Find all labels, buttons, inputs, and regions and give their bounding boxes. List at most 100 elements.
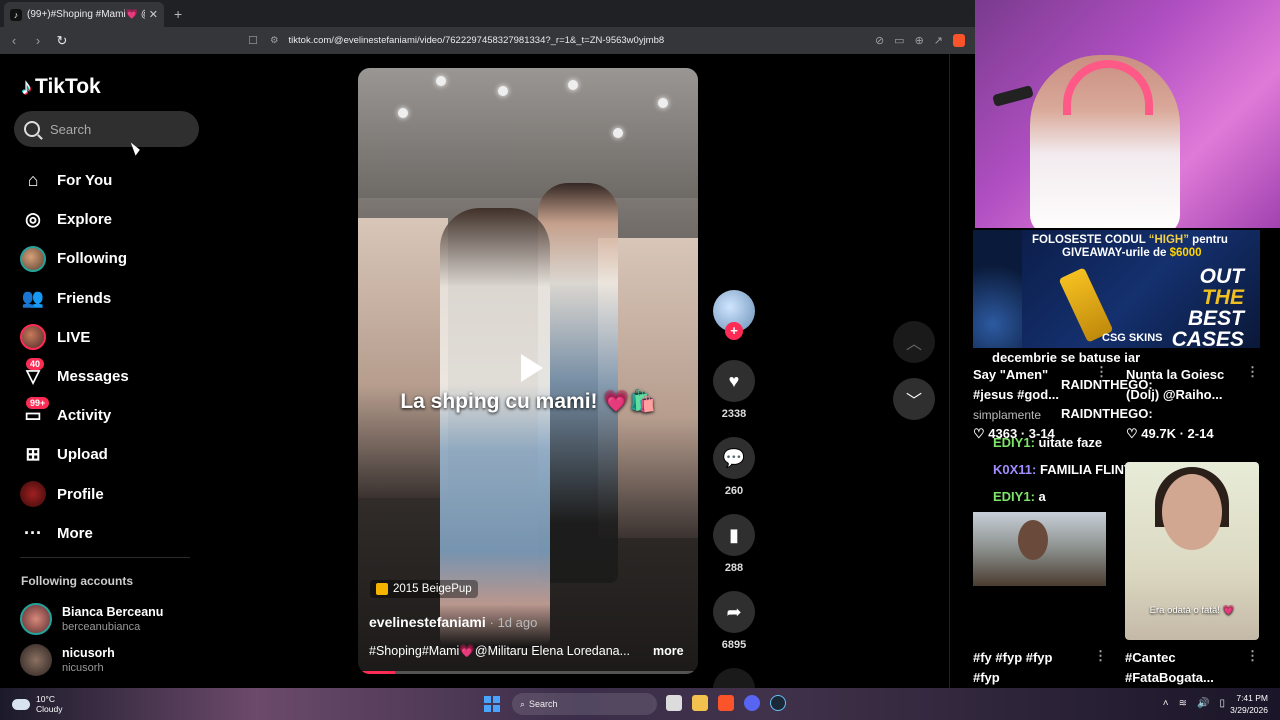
creator-avatar[interactable]: + [713, 290, 755, 340]
music-tag[interactable]: 2015 BeigePup [370, 580, 478, 598]
thumbnail-caption: Era odată o fată! 💗 [1149, 605, 1235, 616]
play-icon[interactable] [508, 346, 552, 390]
taskbar-apps [666, 695, 786, 711]
windows-start-icon[interactable] [484, 696, 500, 712]
taskbar-clock[interactable]: 7:41 PM 3/29/2026 [1230, 692, 1268, 716]
cloud-icon [12, 698, 30, 710]
video-frame-light [658, 98, 668, 108]
sidebar-item-profile[interactable]: Profile [20, 475, 129, 514]
video-player[interactable]: La shping cu mami! 💗🛍️ 2015 BeigePup eve… [358, 68, 698, 674]
volume-icon[interactable]: 🔊 [1197, 698, 1209, 709]
battery-icon[interactable]: ▯ [1219, 698, 1225, 709]
zoom-icon[interactable]: ⊕ [915, 34, 924, 47]
forward-icon[interactable]: › [28, 33, 48, 48]
space-background [973, 230, 1023, 348]
promo-line-1: FOLOSESTE CODUL “HIGH” pentru [1032, 234, 1228, 246]
video-description: #Shoping#Mami💗@Militaru Elena Loredana..… [369, 644, 689, 659]
reload-icon[interactable]: ↻ [52, 33, 72, 49]
discord-icon[interactable] [744, 695, 760, 711]
account-name: nicusorh [62, 646, 115, 660]
grid-video-title[interactable]: Say "Amen" [973, 367, 1048, 382]
grid-video-title[interactable]: #FataBogata... [1125, 670, 1214, 685]
sidebar-item-following[interactable]: Following [20, 239, 129, 278]
share-icon[interactable]: ↗ [934, 34, 943, 47]
grid-video-title[interactable]: #Cantec [1125, 650, 1176, 665]
tab-title: (99+)#Shoping #Mami💗 @Mi [27, 9, 145, 20]
sidebar-item-upload[interactable]: ⊞ Upload [20, 435, 129, 474]
heart-icon[interactable]: ♥ [713, 360, 755, 402]
weather-widget[interactable]: 10°C Cloudy [12, 694, 62, 714]
video-overlay-caption: La shping cu mami! 💗🛍️ [400, 390, 656, 413]
follow-plus-icon[interactable]: + [725, 322, 743, 340]
search-input[interactable]: Search [14, 111, 199, 147]
video-frame-rack [358, 218, 448, 498]
grid-video-thumbnail[interactable]: Era odată o fată! 💗 [1125, 462, 1259, 640]
bookmark-icon[interactable]: ▮ [713, 514, 755, 556]
more-button[interactable]: more [653, 644, 684, 659]
grid-overlay-text: decembrie se batuse iar [992, 350, 1141, 365]
comment-icon[interactable]: 💬 [713, 437, 755, 479]
next-video-button[interactable]: ﹀ [893, 378, 935, 420]
avatar [20, 603, 52, 635]
sidebar-item-label: Following [57, 250, 127, 268]
close-tab-icon[interactable]: ✕ [149, 8, 158, 21]
chat-message: EDIY1: uitate faze [993, 435, 1103, 450]
kebab-menu-icon[interactable]: ⋮ [1094, 648, 1107, 664]
grid-video-title[interactable]: #fy #fyp #fyp [973, 650, 1052, 665]
sidebar-item-friends[interactable]: 👥 Friends [20, 279, 129, 318]
sidebar-item-messages[interactable]: ▽ 40 Messages [20, 357, 129, 396]
previous-video-button[interactable]: ︿ [893, 321, 935, 363]
sidebar-item-explore[interactable]: ◎ Explore [20, 200, 129, 239]
live-avatar-icon [20, 324, 46, 351]
save-action[interactable]: ▮ 288 [712, 514, 756, 574]
profile-avatar-icon [20, 481, 46, 508]
sidebar-item-for-you[interactable]: ⌂ For You [20, 161, 129, 200]
search-placeholder: Search [50, 121, 92, 137]
sidebar-item-label: For You [57, 172, 113, 190]
sidebar-item-activity[interactable]: ▭ 99+ Activity [20, 396, 129, 435]
like-action[interactable]: ♥ 2338 [712, 360, 756, 420]
grid-video-title[interactable]: #fyp [973, 670, 1000, 685]
sidebar-item-more[interactable]: ··· More [20, 514, 129, 553]
sidebar-item-live[interactable]: LIVE [20, 318, 129, 357]
video-progress-bar[interactable] [358, 671, 698, 674]
kebab-menu-icon[interactable]: ⋮ [1246, 648, 1259, 664]
sidebar-item-label: LIVE [57, 328, 91, 346]
back-icon[interactable]: ‹ [4, 33, 24, 48]
share-action[interactable]: ➦ 6895 [712, 591, 756, 651]
following-account[interactable]: nicusorh nicusorh [20, 644, 115, 676]
browser-tab[interactable]: ♪ (99+)#Shoping #Mami💗 @Mi ✕ [4, 2, 164, 27]
logo-text: TikTok [35, 75, 101, 98]
wifi-icon[interactable]: ≋ [1179, 698, 1187, 709]
site-info-icon[interactable]: ⚙ [270, 35, 279, 46]
new-tab-button[interactable]: + [174, 6, 182, 22]
home-icon: ⌂ [27, 170, 39, 191]
description-text: #Shoping#Mami💗@Militaru Elena Loredana..… [369, 644, 631, 658]
brave-browser-icon[interactable] [718, 695, 734, 711]
task-view-icon[interactable] [666, 695, 682, 711]
reader-icon[interactable]: ▭ [894, 34, 904, 47]
following-account[interactable]: Bianca Berceanu berceanubianca [20, 603, 163, 635]
grid-video-thumbnail[interactable] [973, 512, 1106, 586]
promo-brand: CSG SKINS [1102, 332, 1163, 344]
sidebar-item-label: Messages [57, 368, 129, 386]
steam-icon[interactable] [770, 695, 786, 711]
chevron-up-icon[interactable]: ˄ [1163, 698, 1169, 709]
tiktok-logo[interactable]: ♪ TikTok [21, 74, 101, 100]
friends-icon: 👥 [21, 287, 45, 308]
sidebar-menu: ⌂ For You ◎ Explore Following 👥 Friends [20, 161, 129, 553]
share-arrow-icon[interactable]: ➦ [713, 591, 755, 633]
address-bar[interactable]: ⚙ tiktok.com/@evelinestefaniami/video/76… [270, 31, 965, 50]
grid-video-user[interactable]: simplamente [973, 408, 1041, 422]
brave-shield-icon[interactable] [953, 34, 965, 47]
video-author[interactable]: evelinestefaniami · 1d ago [369, 614, 537, 630]
kebab-menu-icon[interactable]: ⋮ [1246, 364, 1259, 380]
file-explorer-icon[interactable] [692, 695, 708, 711]
taskbar-search[interactable]: ⌕ Search [512, 693, 657, 715]
bookmark-icon[interactable]: ☐ [248, 34, 258, 47]
following-avatar-icon [20, 245, 46, 272]
no-tracking-icon[interactable]: ⊘ [875, 34, 884, 47]
comment-action[interactable]: 💬 260 [712, 437, 756, 497]
grid-video-title[interactable]: #jesus #god... [973, 387, 1059, 402]
video-frame-light [498, 86, 508, 96]
